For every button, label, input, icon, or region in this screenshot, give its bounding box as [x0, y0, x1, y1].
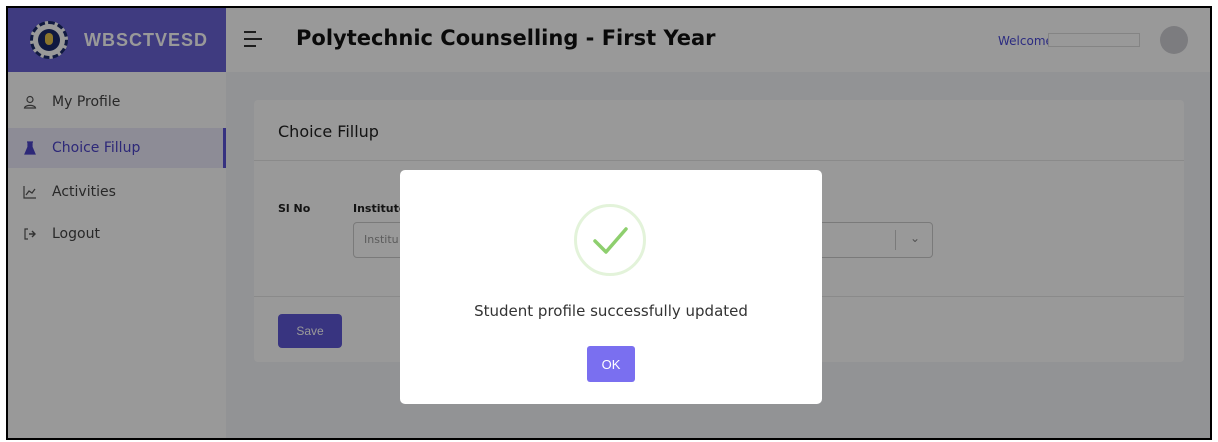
- success-dialog: Student profile successfully updated OK: [400, 170, 822, 404]
- ok-button[interactable]: OK: [587, 346, 635, 382]
- success-check-icon: [574, 204, 646, 276]
- dialog-message: Student profile successfully updated: [474, 302, 748, 320]
- app-frame: WBSCTVESD Polytechnic Counselling - Firs…: [6, 6, 1212, 440]
